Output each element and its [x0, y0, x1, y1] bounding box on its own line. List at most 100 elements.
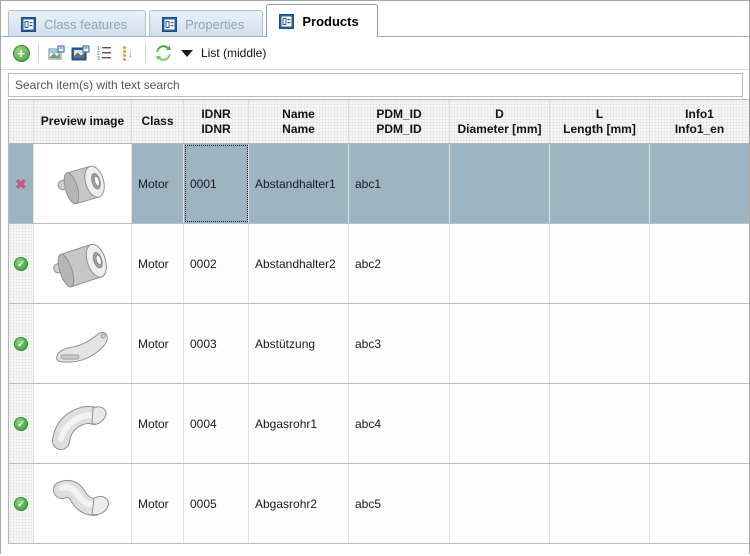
cell-preview[interactable] [34, 384, 132, 463]
cell-l[interactable] [550, 464, 650, 543]
column-header-line1: IDNR [201, 106, 231, 121]
column-header-l[interactable]: L Length [mm] [550, 100, 650, 143]
cell-name[interactable]: Abgasrohr1 [249, 384, 349, 463]
cell-class[interactable]: Motor [132, 144, 184, 223]
tab-class-features[interactable]: Class features [8, 10, 147, 37]
cell-idnr[interactable]: 0004 [184, 384, 249, 463]
column-header-d[interactable]: D Diameter [mm] [450, 100, 550, 143]
products-table: Preview image Class IDNR IDNR Name Name PDM_ID… [8, 99, 749, 544]
column-header-line2: Name [282, 121, 315, 136]
cell-d[interactable] [450, 144, 550, 223]
spacer-long-3d [39, 228, 126, 299]
cell-status[interactable]: ✖ [9, 144, 34, 223]
cell-pdm_id[interactable]: abc3 [349, 304, 450, 383]
table-bottom-filler [1, 544, 749, 556]
cell-name[interactable]: Abstützung [249, 304, 349, 383]
cell-info1[interactable] [650, 144, 749, 223]
add-button[interactable]: + [9, 41, 33, 65]
cell-info1[interactable] [650, 384, 749, 463]
column-header-name[interactable]: Name Name [249, 100, 349, 143]
cell-idnr[interactable]: 0005 [184, 464, 249, 543]
support-3d [39, 308, 126, 379]
refresh-icon [155, 45, 171, 61]
cell-preview[interactable] [34, 464, 132, 543]
view-mode-dropdown[interactable]: List (middle) [181, 46, 266, 60]
cell-name[interactable]: Abstandhalter2 [249, 224, 349, 303]
tab-products[interactable]: Products [266, 4, 378, 38]
column-header-line1: Class [141, 114, 174, 128]
table-header-row: Preview image Class IDNR IDNR Name Name PDM_ID… [9, 100, 749, 144]
table-row[interactable]: ✓ Motor 0004 Abgasrohr1 abc4 [9, 384, 749, 464]
cell-preview[interactable] [34, 224, 132, 303]
tab-label: Products [302, 13, 359, 29]
cell-info1[interactable] [650, 224, 749, 303]
cell-idnr[interactable]: 0002 [184, 224, 249, 303]
cell-class[interactable]: Motor [132, 464, 184, 543]
cell-d[interactable] [450, 384, 550, 463]
status-check-icon: ✓ [14, 336, 28, 351]
tab-label: Properties [185, 16, 245, 32]
view-mode-label: List (middle) [201, 46, 267, 60]
search-bar [1, 70, 749, 99]
cell-info1[interactable] [650, 464, 749, 543]
cell-name[interactable]: Abstandhalter1 [249, 144, 349, 223]
cell-class[interactable]: Motor [132, 384, 184, 463]
cell-idnr[interactable]: 0001 [184, 144, 249, 223]
cell-info1[interactable] [650, 304, 749, 383]
numbered-list-button[interactable]: 1 2 3 [92, 41, 116, 65]
cell-preview[interactable] [34, 144, 132, 223]
image-large-button[interactable] [68, 41, 92, 65]
cell-l[interactable] [550, 304, 650, 383]
cell-preview[interactable] [34, 304, 132, 383]
table-row[interactable]: ✓ Motor 0002 Abstandhalter2 abc2 [9, 224, 749, 304]
status-check-icon: ✓ [14, 496, 28, 511]
numbered-list-icon: 1 2 3 [97, 46, 111, 61]
cell-d[interactable] [450, 224, 550, 303]
sort-order-icon: ↓ [122, 45, 134, 61]
tab-properties[interactable]: Properties [149, 10, 264, 37]
column-header-preview[interactable]: Preview image [34, 100, 132, 143]
image-large-icon [71, 45, 89, 60]
image-small-button[interactable] [44, 41, 68, 65]
cell-class[interactable]: Motor [132, 304, 184, 383]
column-header-line1: PDM_ID [376, 106, 422, 121]
column-header-line1: D [495, 106, 504, 121]
toolbar-separator [145, 43, 146, 63]
column-header-line2: Diameter [mm] [457, 121, 542, 136]
column-header-info1[interactable]: Info1 Info1_en [650, 100, 749, 143]
spacer-short-3d [39, 148, 126, 219]
cell-status[interactable]: ✓ [9, 464, 34, 543]
cell-d[interactable] [450, 464, 550, 543]
column-header-class[interactable]: Class [132, 100, 184, 143]
cell-pdm_id[interactable]: abc4 [349, 384, 450, 463]
table-row[interactable]: ✖ Motor 0001 Abstandhalter1 abc1 [9, 144, 749, 224]
column-header-line1: Name [282, 106, 315, 121]
table-row[interactable]: ✓ Motor 0003 Abstützung abc3 [9, 304, 749, 384]
cell-idnr[interactable]: 0003 [184, 304, 249, 383]
column-header-idnr[interactable]: IDNR IDNR [184, 100, 249, 143]
cell-l[interactable] [550, 384, 650, 463]
column-header-pdm_id[interactable]: PDM_ID PDM_ID [349, 100, 450, 143]
cell-d[interactable] [450, 304, 550, 383]
search-input[interactable] [8, 73, 743, 97]
table-body: ✖ Motor 0001 Abstandhalter1 abc1 ✓ Motor 0002 Ab… [9, 144, 749, 544]
toolbar-separator [38, 43, 39, 63]
sort-order-button[interactable]: ↓ [116, 41, 140, 65]
cell-l[interactable] [550, 144, 650, 223]
cell-name[interactable]: Abgasrohr2 [249, 464, 349, 543]
cell-pdm_id[interactable]: abc1 [349, 144, 450, 223]
cell-class[interactable]: Motor [132, 224, 184, 303]
refresh-button[interactable] [151, 41, 175, 65]
cell-l[interactable] [550, 224, 650, 303]
cell-status[interactable]: ✓ [9, 304, 34, 383]
table-row[interactable]: ✓ Motor 0005 Abgasrohr2 abc5 [9, 464, 749, 544]
cell-status[interactable]: ✓ [9, 384, 34, 463]
cell-pdm_id[interactable]: abc2 [349, 224, 450, 303]
cell-status[interactable]: ✓ [9, 224, 34, 303]
column-header-status[interactable] [9, 100, 34, 143]
form-icon [162, 16, 178, 32]
toolbar: + 1 2 3 ↓ List (middle) [1, 37, 749, 70]
column-header-line1: L [595, 106, 604, 121]
cell-pdm_id[interactable]: abc5 [349, 464, 450, 543]
tab-bar: Class features Properties Products [1, 1, 749, 38]
